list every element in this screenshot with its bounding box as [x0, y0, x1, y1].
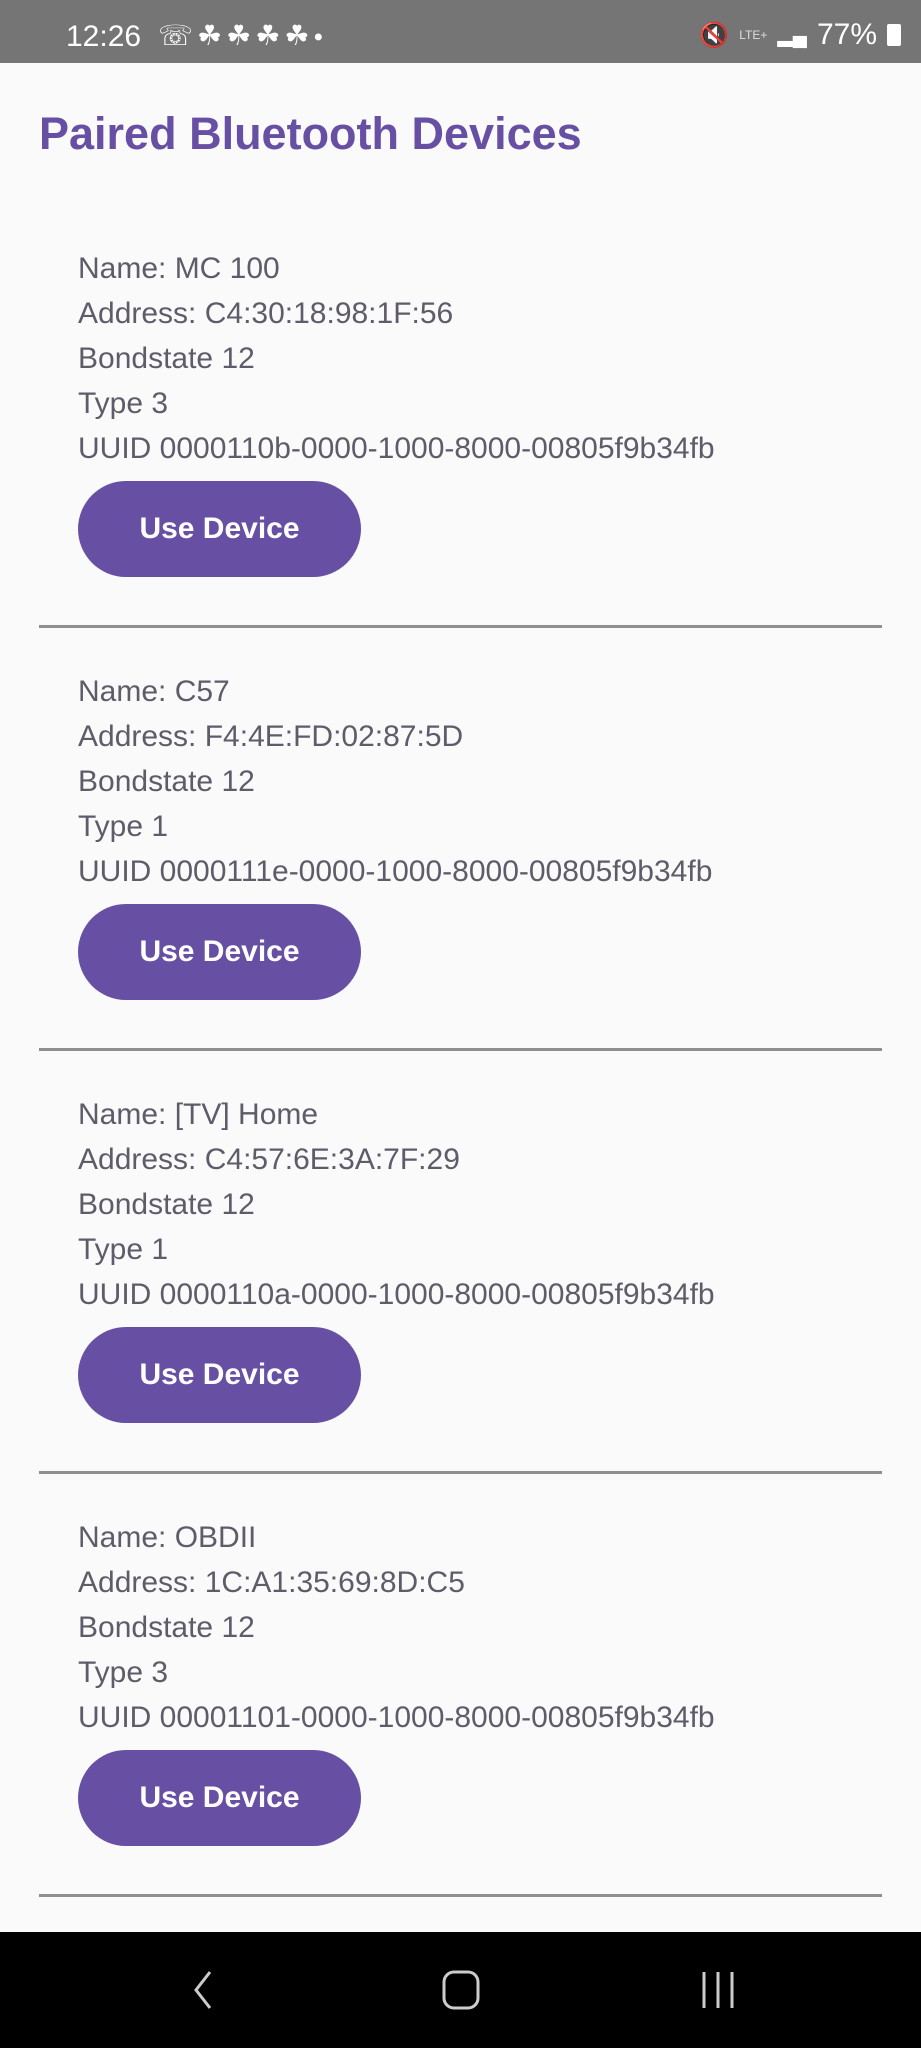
device-item: Name: C57 Address: F4:4E:FD:02:87:5D Bon… [0, 626, 921, 1051]
device-bondstate: Bondstate 12 [78, 342, 255, 375]
recents-button[interactable] [700, 1932, 736, 2048]
clock: 12:26 [66, 20, 142, 53]
device-address: Address: 1C:A1:35:69:8D:C5 [78, 1566, 465, 1599]
divider [39, 1894, 882, 1897]
device-address: Address: C4:30:18:98:1F:56 [78, 297, 454, 330]
device-name: Name: C57 [78, 675, 230, 708]
use-device-button[interactable]: Use Device [78, 1750, 361, 1846]
mute-icon: 🔇 [699, 21, 730, 49]
device-bondstate: Bondstate 12 [78, 1188, 255, 1221]
device-uuid: UUID 0000110b-0000-1000-8000-00805f9b34f… [78, 432, 715, 465]
device-uuid: UUID 0000111e-0000-1000-8000-00805f9b34f… [78, 855, 713, 888]
home-button[interactable] [442, 1932, 480, 2048]
back-button[interactable] [190, 1932, 216, 2048]
system-icons: 🔇 LTE+ ▂▄ 77% [699, 18, 901, 52]
device-name: Name: OBDII [78, 1521, 257, 1554]
device-bondstate: Bondstate 12 [78, 765, 255, 798]
signal-icon: ▂▄ [777, 24, 807, 47]
snapchat-icon: ☘ [226, 20, 256, 51]
notification-icons: ☏☘☘☘☘● [158, 19, 327, 52]
device-item: Name: [TV] Home Address: C4:57:6E:3A:7F:… [0, 1049, 921, 1474]
use-device-button[interactable]: Use Device [78, 1327, 361, 1423]
home-icon [442, 1970, 480, 2010]
battery-charging-icon [887, 24, 901, 46]
device-item: Name: MC 100 Address: C4:30:18:98:1F:56 … [0, 203, 921, 628]
device-uuid: UUID 00001101-0000-1000-8000-00805f9b34f… [78, 1701, 715, 1734]
device-name: Name: [TV] Home [78, 1098, 319, 1131]
recents-icon [702, 1972, 734, 2008]
network-type: LTE+ [739, 28, 768, 42]
battery-level: 77% [816, 18, 877, 51]
device-type: Type 3 [78, 1656, 169, 1689]
device-uuid: UUID 0000110a-0000-1000-8000-00805f9b34f… [78, 1278, 715, 1311]
snapchat-icon: ☘ [255, 20, 285, 51]
device-address: Address: C4:57:6E:3A:7F:29 [78, 1143, 460, 1176]
snapchat-icon: ☘ [197, 20, 227, 51]
use-device-button[interactable]: Use Device [78, 904, 361, 1000]
back-icon [194, 1971, 212, 2009]
device-address: Address: F4:4E:FD:02:87:5D [78, 720, 464, 753]
page-title: Paired Bluetooth Devices [39, 108, 582, 159]
device-bondstate: Bondstate 12 [78, 1611, 255, 1644]
status-bar: 12:26 ☏☘☘☘☘● 🔇 LTE+ ▂▄ 77% [0, 0, 921, 63]
device-item: Name: OBDII Address: 1C:A1:35:69:8D:C5 B… [0, 1472, 921, 1897]
whatsapp-icon: ☏ [158, 20, 198, 51]
device-type: Type 1 [78, 1233, 169, 1266]
navigation-bar [0, 1932, 921, 2048]
device-name: Name: MC 100 [78, 252, 280, 285]
use-device-button[interactable]: Use Device [78, 481, 361, 577]
device-type: Type 3 [78, 387, 169, 420]
device-type: Type 1 [78, 810, 169, 843]
dot-icon: ● [313, 28, 328, 46]
snapchat-icon: ☘ [284, 20, 314, 51]
